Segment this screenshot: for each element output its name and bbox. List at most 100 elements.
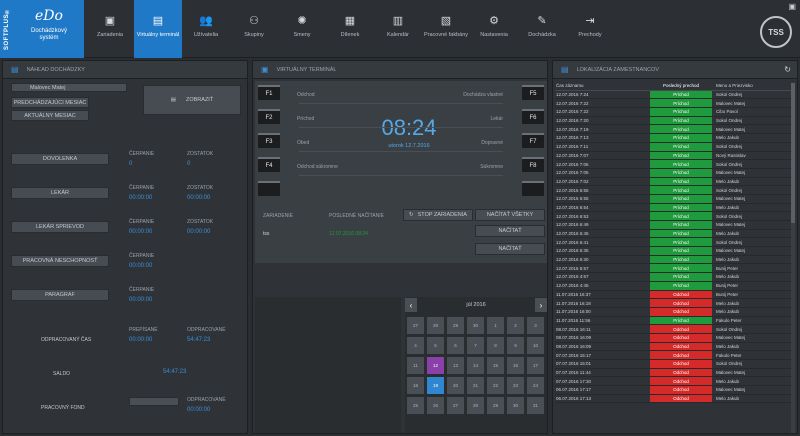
table-row[interactable]: 12.07.2016 6:53 Príchod Sokol Ondrej bbox=[555, 212, 795, 221]
read-button-2[interactable]: NAČÍTAŤ bbox=[475, 243, 545, 255]
stop-device-button[interactable]: ↻ STOP ZARIADENIA bbox=[403, 209, 473, 221]
calendar-day[interactable]: 3 bbox=[527, 317, 544, 334]
read-all-button[interactable]: NAČÍTAŤ VŠETKY bbox=[475, 209, 545, 221]
table-row[interactable]: 12.07.2016 6:54 Príchod Melo Jakub bbox=[555, 203, 795, 213]
table-row[interactable]: 12.07.2016 7:06 Príchod Sokol Ondrej bbox=[555, 160, 795, 169]
function-key-right[interactable]: F6 bbox=[522, 109, 544, 124]
calendar-day[interactable]: 8 bbox=[487, 337, 504, 354]
calendar-day[interactable]: 18 bbox=[407, 377, 424, 394]
table-row[interactable]: 07.07.2016 15:17 Odchod Fakulo Peter bbox=[555, 351, 795, 360]
table-row[interactable]: 11.07.2016 16:00 Odchod Melo Jakub bbox=[555, 307, 795, 317]
calendar-day[interactable]: 14 bbox=[467, 357, 484, 374]
calendar-day[interactable]: 27 bbox=[447, 397, 464, 414]
table-row[interactable]: 06.07.2016 17:17 Odchod Malovec Matej bbox=[555, 386, 795, 395]
calendar-day[interactable]: 23 bbox=[507, 377, 524, 394]
previous-month-button[interactable]: PREDCHÁDZAJÚCI MESIAC bbox=[11, 97, 89, 108]
calendar-day[interactable]: 27 bbox=[407, 317, 424, 334]
calendar-day[interactable]: 11 bbox=[407, 357, 424, 374]
table-row[interactable]: 12.07.2016 6:49 Príchod Malovec Matej bbox=[555, 221, 795, 230]
nav-item-5[interactable]: ✺ Smeny bbox=[278, 0, 326, 58]
function-key-left[interactable]: F2 bbox=[258, 109, 280, 124]
nav-item-8[interactable]: ▧ Pracovné fakbány bbox=[422, 0, 470, 58]
function-key-left[interactable] bbox=[258, 181, 280, 196]
table-row[interactable]: 07.07.2016 17:30 Odchod Melo Jakub bbox=[555, 377, 795, 387]
table-row[interactable]: 12.07.2016 7:11 Príchod Sokol Ondrej bbox=[555, 142, 795, 152]
table-row[interactable]: 11.07.2016 11:56 Príchod Fakulo Peter bbox=[555, 316, 795, 326]
calendar-day[interactable]: 20 bbox=[447, 377, 464, 394]
function-key-left[interactable]: F3 bbox=[258, 133, 280, 148]
table-row[interactable]: 08.07.2016 16:11 Odchod Sokol Ondrej bbox=[555, 325, 795, 334]
nav-item-1[interactable]: ▣ Zariadenia bbox=[86, 0, 134, 58]
calendar-day[interactable]: 28 bbox=[467, 397, 484, 414]
table-row[interactable]: 08.07.2016 16:09 Odchod Malovec Matej bbox=[555, 333, 795, 343]
table-row[interactable]: 12.07.2016 7:22 Príchod Malovec Matej bbox=[555, 99, 795, 109]
table-row[interactable]: 12.07.2016 7:20 Príchod Sokol Ondrej bbox=[555, 116, 795, 126]
calendar-day[interactable]: 15 bbox=[487, 357, 504, 374]
function-key-right[interactable]: F8 bbox=[522, 157, 544, 172]
function-key-right[interactable]: F5 bbox=[522, 85, 544, 100]
table-row[interactable]: 12.07.2016 6:55 Príchod Malovec Matej bbox=[555, 194, 795, 204]
calendar-day[interactable]: 17 bbox=[527, 357, 544, 374]
show-button[interactable]: ▤ ZOBRAZIŤ bbox=[143, 85, 241, 115]
table-row[interactable]: 08.07.2016 16:09 Odchod Melo Jakub bbox=[555, 342, 795, 352]
balance-row-button[interactable]: LEKÁR bbox=[11, 187, 109, 199]
calendar-day[interactable]: 30 bbox=[507, 397, 524, 414]
function-key-left[interactable]: F4 bbox=[258, 157, 280, 172]
calendar-day[interactable]: 7 bbox=[467, 337, 484, 354]
table-row[interactable]: 12.07.2016 6:41 Príchod Sokol Ondrej bbox=[555, 238, 795, 248]
read-button-1[interactable]: NAČÍTAŤ bbox=[475, 225, 545, 237]
calendar-day[interactable]: 13 bbox=[447, 357, 464, 374]
nav-item-2[interactable]: ▤ Virtuálny terminál bbox=[134, 0, 182, 58]
calendar-day[interactable]: 19 bbox=[427, 377, 444, 394]
calendar-day[interactable]: 31 bbox=[527, 397, 544, 414]
table-row[interactable]: 07.07.2016 15:01 Odchod Sokol Ondrej bbox=[555, 360, 795, 369]
calendar-day[interactable]: 2 bbox=[507, 317, 524, 334]
balance-row-button[interactable]: LEKÁR SPRIEVOD bbox=[11, 221, 109, 233]
nav-item-7[interactable]: ▥ Kalendár bbox=[374, 0, 422, 58]
function-key-right[interactable]: F7 bbox=[522, 133, 544, 148]
calendar-day[interactable]: 26 bbox=[427, 397, 444, 414]
nav-item-9[interactable]: ⚙ Nastavenia bbox=[470, 0, 518, 58]
scrollbar[interactable] bbox=[791, 83, 795, 433]
balance-row-button[interactable]: DOVOLENKA bbox=[11, 153, 109, 165]
table-row[interactable]: 12.07.2016 5:57 Príchod Bunij Peter bbox=[555, 264, 795, 274]
table-row[interactable]: 12.07.2016 7:02 Príchod Melo Jakub bbox=[555, 177, 795, 187]
function-key-right[interactable] bbox=[522, 181, 544, 196]
table-row[interactable]: 12.07.2016 7:19 Príchod Malovec Matej bbox=[555, 125, 795, 135]
table-row[interactable]: 06.07.2016 17:13 Odchod Melo Jakub bbox=[555, 394, 795, 404]
table-row[interactable]: 12.07.2016 7:05 Príchod Malovec Matej bbox=[555, 168, 795, 178]
calendar-day[interactable]: 12 bbox=[427, 357, 444, 374]
calendar-day[interactable]: 5 bbox=[427, 337, 444, 354]
calendar-day[interactable]: 16 bbox=[507, 357, 524, 374]
calendar-day[interactable]: 6 bbox=[447, 337, 464, 354]
current-month-button[interactable]: AKTUÁLNY MESIAC bbox=[11, 110, 89, 121]
nav-item-3[interactable]: 👥 Užívatelia bbox=[182, 0, 230, 58]
calendar-day[interactable]: 21 bbox=[467, 377, 484, 394]
calendar-day[interactable]: 1 bbox=[487, 317, 504, 334]
nav-item-6[interactable]: ▦ Dílenek bbox=[326, 0, 374, 58]
table-row[interactable]: 12.07.2016 7:13 Príchod Melo Jakub bbox=[555, 134, 795, 143]
calendar-day[interactable]: 10 bbox=[527, 337, 544, 354]
table-row[interactable]: 12.07.2016 6:35 Príchod Malovec Matej bbox=[555, 247, 795, 256]
calendar-day[interactable]: 29 bbox=[487, 397, 504, 414]
table-row[interactable]: 12.07.2016 6:45 Príchod Melo Jakub bbox=[555, 229, 795, 239]
calendar-day[interactable]: 28 bbox=[427, 317, 444, 334]
calendar-day[interactable]: 22 bbox=[487, 377, 504, 394]
balance-row-button[interactable]: PARAGRAF bbox=[11, 289, 109, 301]
calendar-day[interactable]: 4 bbox=[407, 337, 424, 354]
window-icon[interactable]: ▣ bbox=[788, 2, 796, 11]
calendar-next-button[interactable]: › bbox=[535, 298, 547, 312]
table-row[interactable]: 12.07.2016 6:55 Príchod Sokol Ondrej bbox=[555, 186, 795, 195]
table-row[interactable]: 12.07.2016 7:24 Príchod Sokol Ondrej bbox=[555, 90, 795, 100]
table-row[interactable]: 12.07.2016 4:45 Príchod Bunij Peter bbox=[555, 281, 795, 291]
calendar-day[interactable]: 24 bbox=[527, 377, 544, 394]
table-row[interactable]: 07.07.2016 11:44 Odchod Malovec Matej bbox=[555, 368, 795, 378]
table-row[interactable]: 12.07.2016 4:57 Príchod Melo Jakub bbox=[555, 273, 795, 282]
work-fund-select[interactable] bbox=[129, 397, 179, 406]
nav-item-10[interactable]: ✎ Dochádzka bbox=[518, 0, 566, 58]
refresh-icon[interactable]: ↻ bbox=[784, 65, 791, 74]
calendar-prev-button[interactable]: ‹ bbox=[405, 298, 417, 312]
table-row[interactable]: 11.07.2016 16:18 Odchod Melo Jakub bbox=[555, 299, 795, 308]
function-key-left[interactable]: F1 bbox=[258, 85, 280, 100]
employee-select[interactable]: Malovec Matej bbox=[11, 83, 127, 92]
